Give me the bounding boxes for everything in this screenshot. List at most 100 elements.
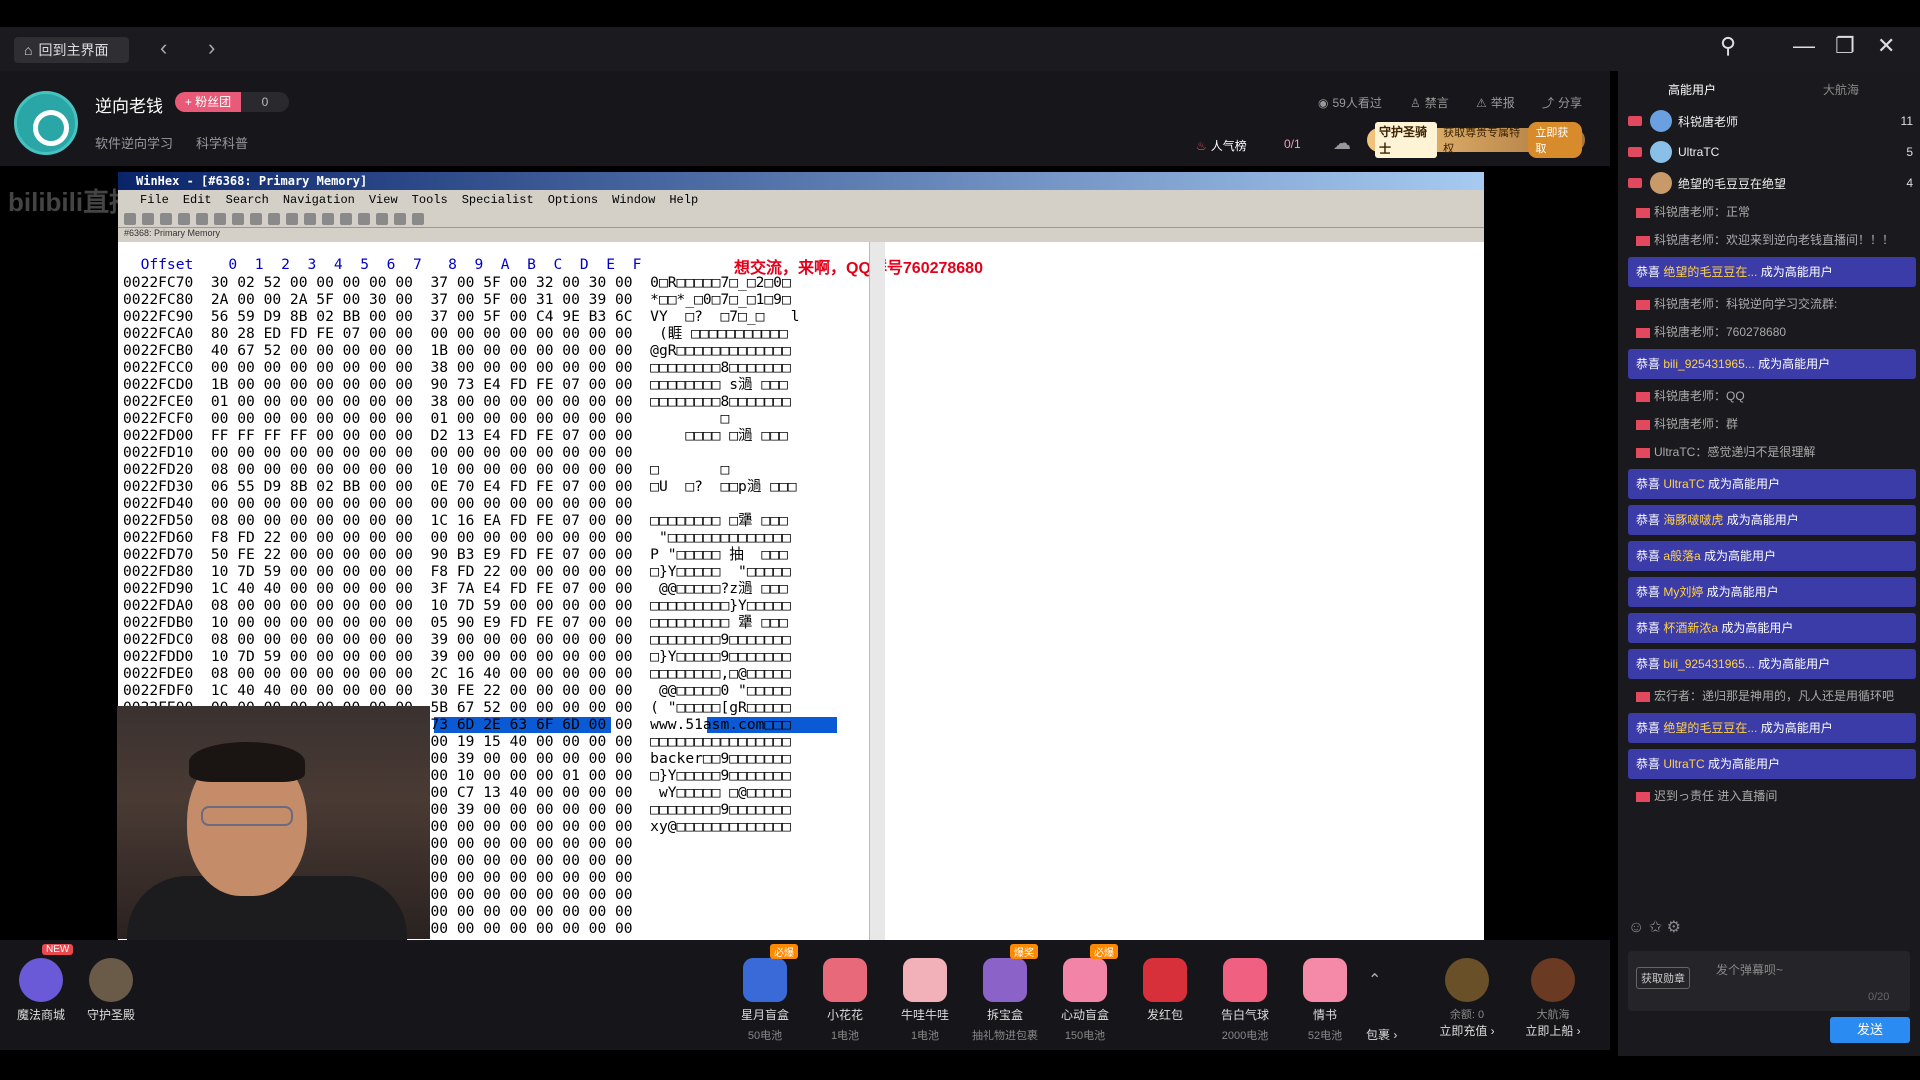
chat-message[interactable]: 恭喜 杯酒新浓a 成为高能用户	[1628, 613, 1916, 643]
settings-icon[interactable]: ⚙	[1667, 919, 1681, 936]
menu-view[interactable]: View	[369, 193, 398, 207]
gift-item[interactable]: 必爆 心动盲盒 150电池	[1050, 940, 1120, 1043]
chat-user[interactable]: 绝望的毛豆豆在...	[1663, 265, 1757, 279]
top-user-row[interactable]: 科锐唐老师 11	[1628, 106, 1913, 136]
tab-high-energy[interactable]: 高能用户	[1668, 81, 1716, 98]
chat-message[interactable]: 恭喜 绝望的毛豆豆在... 成为高能用户	[1628, 257, 1916, 287]
chat-user[interactable]: 绝望的毛豆豆在...	[1663, 721, 1757, 735]
copy-icon[interactable]	[250, 212, 262, 225]
chevron-up-icon[interactable]: ⌃	[1368, 970, 1381, 990]
hex-row[interactable]: 0022FCA0 80 28 ED FD FE 07 00 00 00 00 0…	[123, 325, 883, 342]
chat-list[interactable]: 科锐唐老师：正常 科锐唐老师：欢迎来到逆向老钱直播间！！！ 恭喜 绝望的毛豆豆在..…	[1628, 201, 1916, 901]
menu-specialist[interactable]: Specialist	[462, 193, 534, 207]
chat-user[interactable]: UltraTC	[1663, 477, 1704, 491]
hex-row[interactable]: 0022FD90 1C 40 40 00 00 00 00 00 3F 7A E…	[123, 580, 883, 597]
home-button[interactable]: ⌂ 回到主界面	[14, 37, 129, 63]
hex-row[interactable]: 0022FC90 56 59 D9 8B 02 BB 00 00 37 00 5…	[123, 308, 883, 325]
menu-file[interactable]: File	[140, 193, 169, 207]
chat-user[interactable]: a般落a	[1663, 549, 1700, 563]
back-arrow-icon[interactable]: ‹	[160, 35, 167, 61]
chat-message[interactable]: 宏行者：递归那是神用的，凡人还是用循环吧	[1628, 685, 1916, 707]
ram-icon[interactable]	[394, 212, 406, 225]
hex-row[interactable]: 0022FCE0 01 00 00 00 00 00 00 00 38 00 0…	[123, 393, 883, 410]
menu-edit[interactable]: Edit	[183, 193, 212, 207]
hex-row[interactable]: 0022FD70 50 FE 22 00 00 00 00 00 90 B3 E…	[123, 546, 883, 563]
hex-row[interactable]: 0022FD40 00 00 00 00 00 00 00 00 00 00 0…	[123, 495, 883, 512]
balance-widget[interactable]: 余额: 0 立即充值 ›	[1432, 940, 1502, 1039]
gift-item[interactable]: 牛哇牛哇 1电池	[890, 940, 960, 1043]
cut-icon[interactable]	[232, 212, 244, 225]
share-button[interactable]: ⤴ 分享	[1542, 94, 1582, 111]
disk-icon[interactable]	[376, 212, 388, 225]
hex-row[interactable]: 0022FDF0 1C 40 40 00 00 00 00 00 30 FE 2…	[123, 682, 883, 699]
guard-banner[interactable]: 守护圣骑士 获取尊贵专属特权 立即获取	[1367, 122, 1585, 158]
ship-widget[interactable]: 大航海 立即上船 ›	[1518, 940, 1588, 1039]
close-icon[interactable]: ✕	[1877, 33, 1895, 59]
gift-item[interactable]: 爆奖 拆宝盒 抽礼物进包裹	[970, 940, 1040, 1043]
minimize-icon[interactable]: —	[1793, 33, 1815, 59]
goto-icon[interactable]	[322, 212, 334, 225]
chat-message[interactable]: 恭喜 UltraTC 成为高能用户	[1628, 469, 1916, 499]
gift-item[interactable]: 必爆 星月盲盒 50电池	[730, 940, 800, 1043]
hex-row[interactable]: 0022FD30 06 55 D9 8B 02 BB 00 00 0E 70 E…	[123, 478, 883, 495]
chat-message[interactable]: 恭喜 UltraTC 成为高能用户	[1628, 749, 1916, 779]
undo-icon[interactable]	[214, 212, 226, 225]
chat-message[interactable]: 恭喜 My刘婷 成为高能用户	[1628, 577, 1916, 607]
chat-user[interactable]: bili_925431965...	[1663, 657, 1754, 671]
open-icon[interactable]	[142, 212, 154, 225]
hex-scrollbar[interactable]	[869, 242, 885, 940]
hex-row[interactable]: 0022FD80 10 7D 59 00 00 00 00 00 F8 FD 2…	[123, 563, 883, 580]
menu-window[interactable]: Window	[612, 193, 655, 207]
properties-icon[interactable]	[196, 212, 208, 225]
hex-row[interactable]: 0022FD10 00 00 00 00 00 00 00 00 00 00 0…	[123, 444, 883, 461]
chat-user[interactable]: 海豚啵啵虎	[1663, 513, 1723, 527]
chat-message[interactable]: 恭喜 绝望的毛豆豆在... 成为高能用户	[1628, 713, 1916, 743]
chat-message[interactable]: 科锐唐老师：正常	[1628, 201, 1916, 223]
hex-row[interactable]: 0022FD20 08 00 00 00 00 00 00 00 10 00 0…	[123, 461, 883, 478]
pin-icon[interactable]: ⚲	[1720, 33, 1736, 59]
popularity-rank[interactable]: ♨ 人气榜	[1196, 137, 1247, 154]
hex-row[interactable]: 0022FD60 F8 FD 22 00 00 00 00 00 00 00 0…	[123, 529, 883, 546]
gift-item[interactable]: 告白气球 2000电池	[1210, 940, 1280, 1043]
chat-message[interactable]: 科锐唐老师：QQ	[1628, 385, 1916, 407]
paste-icon[interactable]	[268, 212, 280, 225]
chat-message[interactable]: 迟到っ责任 进入直播间	[1628, 785, 1916, 807]
menu-search[interactable]: Search	[226, 193, 269, 207]
restore-icon[interactable]: ❐	[1835, 33, 1855, 59]
guard-hall-button[interactable]: 守护圣殿	[76, 940, 146, 1023]
gift-effect-icon[interactable]: ✩	[1649, 919, 1662, 936]
fan-club-button[interactable]: + 粉丝团	[175, 92, 241, 112]
replace-icon[interactable]	[304, 212, 316, 225]
tab-captain[interactable]: 大航海	[1823, 81, 1859, 98]
gift-item[interactable]: 小花花 1电池	[810, 940, 880, 1043]
calculator-icon[interactable]	[412, 212, 424, 225]
menu-tools[interactable]: Tools	[412, 193, 448, 207]
medal-button[interactable]: 获取勋章	[1636, 967, 1690, 989]
find-icon[interactable]	[286, 212, 298, 225]
print-icon[interactable]	[178, 212, 190, 225]
chat-message[interactable]: 科锐唐老师：欢迎来到逆向老钱直播间！！！	[1628, 229, 1916, 251]
top-user-row[interactable]: 绝望的毛豆豆在绝望 4	[1628, 168, 1913, 198]
chat-user[interactable]: bili_925431965...	[1663, 357, 1754, 371]
menu-options[interactable]: Options	[548, 193, 598, 207]
hex-row[interactable]: 0022FCD0 1B 00 00 00 00 00 00 00 90 73 E…	[123, 376, 883, 393]
chat-user[interactable]: UltraTC	[1663, 757, 1704, 771]
gift-item[interactable]: 情书 52电池	[1290, 940, 1360, 1043]
chat-message[interactable]: 科锐唐老师：760278680	[1628, 321, 1916, 343]
chat-message[interactable]: 科锐唐老师：科锐逆向学习交流群:	[1628, 293, 1916, 315]
tag-subcategory[interactable]: 科学科普	[196, 133, 248, 152]
hex-row[interactable]: 0022FDC0 08 00 00 00 00 00 00 00 39 00 0…	[123, 631, 883, 648]
hex-row[interactable]: 0022FCF0 00 00 00 00 00 00 00 00 01 00 0…	[123, 410, 883, 427]
hex-row[interactable]: 0022FDD0 10 7D 59 00 00 00 00 00 39 00 0…	[123, 648, 883, 665]
hex-row[interactable]: 0022FD00 FF FF FF FF 00 00 00 00 D2 13 E…	[123, 427, 883, 444]
winhex-tab[interactable]: #6368: Primary Memory	[118, 228, 1484, 242]
guard-get-button[interactable]: 立即获取	[1528, 122, 1582, 158]
top-user-row[interactable]: UltraTC 5	[1628, 137, 1913, 167]
hex-row[interactable]: 0022FCC0 00 00 00 00 00 00 00 00 38 00 0…	[123, 359, 883, 376]
chat-user[interactable]: 杯酒新浓a	[1663, 621, 1718, 635]
recharge-link[interactable]: 立即充值 ›	[1432, 1022, 1502, 1039]
menu-navigation[interactable]: Navigation	[283, 193, 355, 207]
magic-shop-button[interactable]: NEW 魔法商城	[6, 940, 76, 1023]
gift-item[interactable]: 发红包	[1130, 940, 1200, 1027]
hex-row[interactable]: 0022FC80 2A 00 00 2A 5F 00 30 00 37 00 5…	[123, 291, 883, 308]
